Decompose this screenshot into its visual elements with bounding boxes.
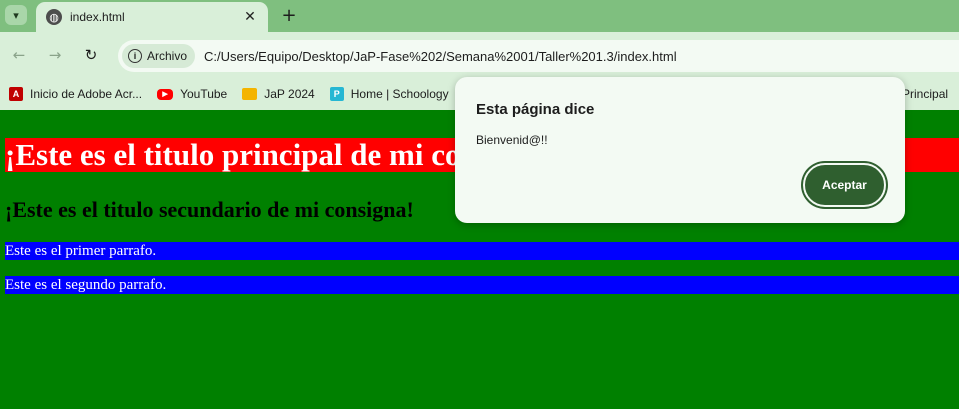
secondary-heading: ¡Este es el titulo secundario de mi cons… <box>5 197 414 222</box>
folder-icon <box>242 88 258 100</box>
info-icon: i <box>128 49 142 63</box>
bookmark-youtube[interactable]: ▶ YouTube <box>157 87 227 101</box>
bookmark-label: Inicio de Adobe Acr... <box>30 87 143 101</box>
dialog-message: Bienvenid@!! <box>476 133 548 147</box>
first-paragraph: Este es el primer parrafo. <box>5 242 959 260</box>
tab-search-button[interactable]: ▾ <box>5 5 27 25</box>
arrow-right-icon: → <box>48 46 62 64</box>
toolbar: ← → ↻ i Archivo C:/Users/Equipo/Desktop/… <box>0 32 959 78</box>
plus-icon: + <box>281 4 297 26</box>
accept-button[interactable]: Aceptar <box>803 163 886 207</box>
new-tab-button[interactable]: + <box>278 4 300 26</box>
youtube-icon: ▶ <box>157 88 174 100</box>
back-button[interactable]: ← <box>8 44 30 66</box>
tab-title: index.html <box>70 10 125 24</box>
bookmark-label: Home | Schoology <box>350 87 449 101</box>
site-info-chip[interactable]: i Archivo <box>122 44 196 68</box>
arrow-left-icon: ← <box>12 46 26 64</box>
tab-active[interactable]: ◍ index.html ✕ <box>36 2 268 32</box>
bookmark-schoology[interactable]: P Home | Schoology <box>329 87 449 101</box>
alert-dialog: Esta página dice Bienvenid@!! Aceptar <box>455 77 905 223</box>
close-icon[interactable]: ✕ <box>240 7 260 27</box>
forward-button[interactable]: → <box>44 44 66 66</box>
address-bar[interactable]: i Archivo C:/Users/Equipo/Desktop/JaP-Fa… <box>118 40 959 72</box>
reload-icon: ↻ <box>84 46 98 64</box>
second-paragraph: Este es el segundo parrafo. <box>5 276 959 294</box>
dialog-title: Esta página dice <box>476 101 595 118</box>
tab-strip: ▾ ◍ index.html ✕ + <box>0 0 959 32</box>
site-info-label: Archivo <box>147 49 188 63</box>
bookmark-label: JaP 2024 <box>264 87 315 101</box>
adobe-acrobat-icon: A <box>9 87 23 101</box>
bookmark-jap[interactable]: JaP 2024 <box>242 87 315 101</box>
reload-button[interactable]: ↻ <box>80 44 102 66</box>
bookmark-adobe[interactable]: A Inicio de Adobe Acr... <box>9 87 142 101</box>
chevron-down-icon: ▾ <box>13 9 19 22</box>
bookmark-label: YouTube <box>180 87 228 101</box>
url-text[interactable]: C:/Users/Equipo/Desktop/JaP-Fase%202/Sem… <box>204 49 677 64</box>
schoology-icon: P <box>329 87 344 101</box>
globe-icon: ◍ <box>46 9 62 25</box>
